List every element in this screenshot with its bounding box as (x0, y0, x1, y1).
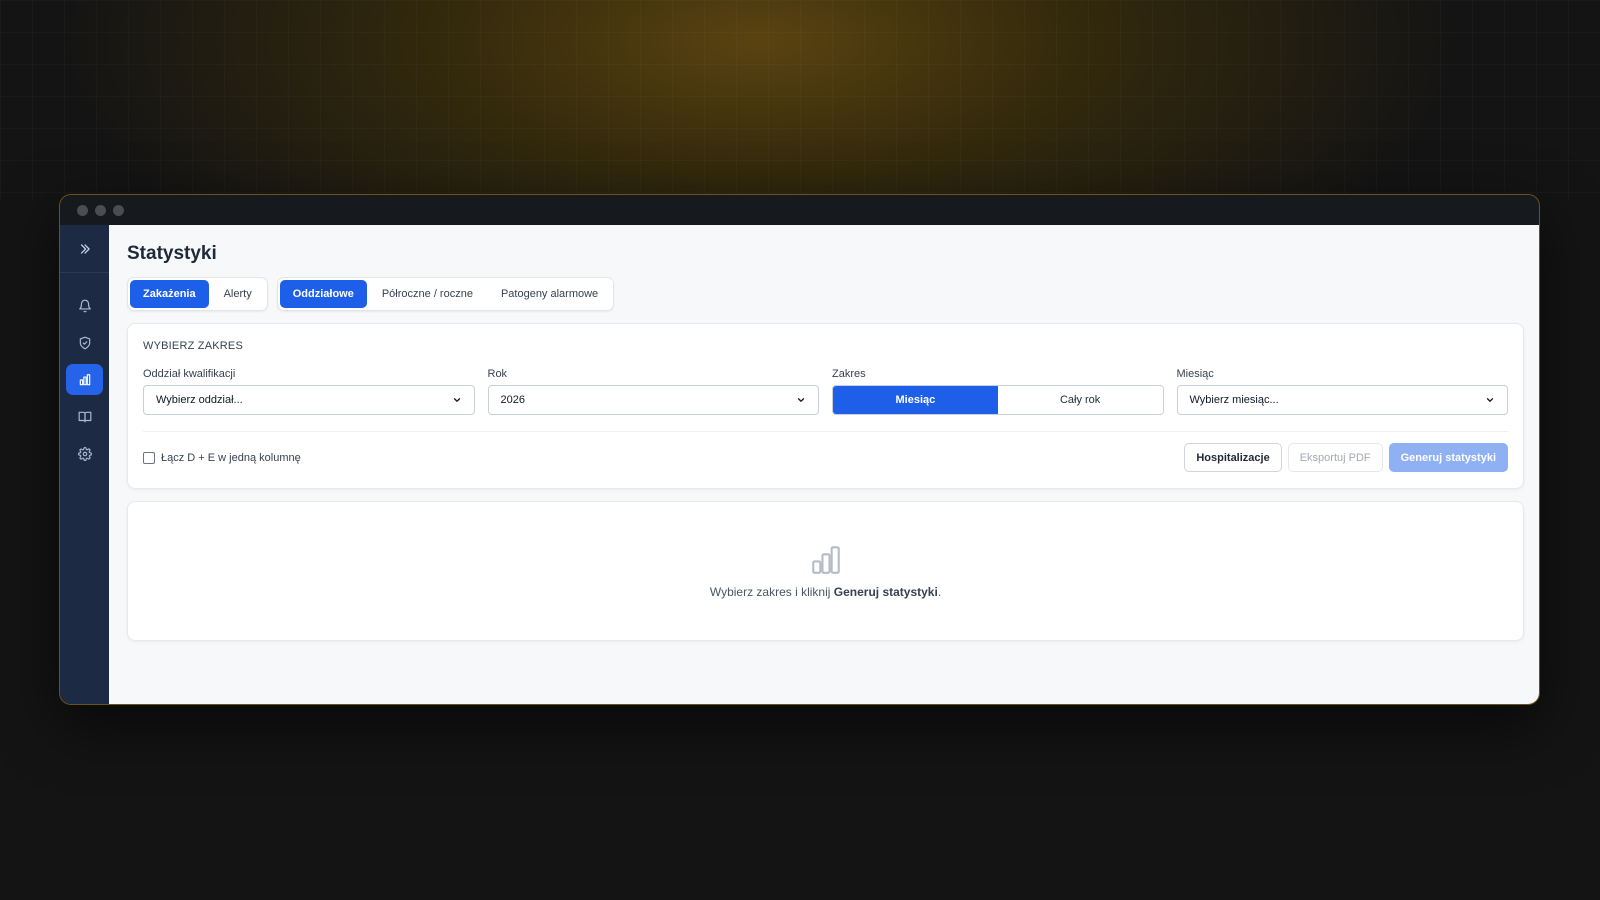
chevron-down-icon (797, 398, 805, 402)
sidebar-item-settings[interactable] (66, 438, 103, 469)
window-minimize-dot[interactable] (95, 204, 106, 216)
page-title: Statystyki (127, 243, 217, 264)
app-window: Statystyki Zakażenia Alerty Oddziałowe P… (59, 194, 1540, 705)
month-field: Miesiąc Wybierz miesiąc... (1176, 368, 1508, 415)
bar-chart-icon (79, 373, 90, 385)
filter-fields: Oddział kwalifikacji Wybierz oddział... … (143, 368, 1508, 415)
year-select-value: 2026 (500, 394, 525, 406)
sidebar (60, 225, 109, 704)
filters-actions-row: Łącz D + E w jedną kolumnę Hospitalizacj… (143, 443, 1508, 472)
divider (143, 431, 1508, 432)
month-label: Miesiąc (1176, 368, 1214, 380)
action-buttons: Hospitalizacje Eksportuj PDF Generuj sta… (1184, 443, 1508, 472)
window-maximize-dot[interactable] (113, 204, 124, 216)
ward-field: Oddział kwalifikacji Wybierz oddział... (143, 368, 475, 415)
ward-label: Oddział kwalifikacji (143, 368, 236, 380)
range-segmented-control: Miesiąc Cały rok (832, 385, 1164, 415)
year-select[interactable]: 2026 (487, 385, 819, 415)
year-field: Rok 2026 (487, 368, 819, 415)
ward-select[interactable]: Wybierz oddział... (143, 385, 475, 415)
gear-icon (77, 446, 92, 461)
empty-state-card: Wybierz zakres i kliknij Generuj statyst… (127, 501, 1524, 641)
month-select-value: Wybierz miesiąc... (1189, 394, 1279, 406)
chevron-down-icon (1486, 398, 1494, 402)
bar-chart-icon (811, 546, 840, 574)
book-icon (78, 411, 91, 422)
tab-group-category: Zakażenia Alerty (127, 277, 268, 311)
year-label: Rok (487, 368, 508, 380)
range-field: Zakres Miesiąc Cały rok (832, 368, 1164, 415)
section-label: WYBIERZ ZAKRES (143, 340, 243, 352)
empty-state-suffix: . (937, 585, 942, 599)
merge-checkbox[interactable] (143, 451, 155, 464)
tab-group-report-type: Oddziałowe Półroczne / roczne Patogeny a… (276, 277, 615, 311)
chevrons-right-icon (80, 243, 90, 254)
empty-state-prefix: Wybierz zakres i kliknij (709, 585, 834, 599)
sidebar-item-security[interactable] (66, 327, 103, 358)
chevron-down-icon (453, 398, 460, 402)
tab-ward[interactable]: Oddziałowe (279, 280, 367, 308)
merge-checkbox-row[interactable]: Łącz D + E w jedną kolumnę (143, 451, 301, 464)
shield-icon (79, 336, 90, 349)
export-pdf-button[interactable]: Eksportuj PDF (1287, 443, 1383, 472)
window-titlebar (60, 195, 1539, 225)
sidebar-item-alerts[interactable] (66, 290, 103, 321)
merge-checkbox-label: Łącz D + E w jedną kolumnę (161, 451, 301, 464)
sidebar-nav (66, 287, 103, 469)
tabs-row: Zakażenia Alerty Oddziałowe Półroczne / … (127, 277, 1524, 311)
app-body: Statystyki Zakażenia Alerty Oddziałowe P… (60, 225, 1539, 704)
ward-select-value: Wybierz oddział... (156, 394, 243, 406)
range-option-month[interactable]: Miesiąc (833, 386, 998, 414)
tab-infections[interactable]: Zakażenia (130, 280, 209, 308)
sidebar-item-statistics[interactable] (66, 364, 103, 395)
tab-semiannual-annual[interactable]: Półroczne / roczne (369, 280, 486, 308)
filters-card: WYBIERZ ZAKRES Oddział kwalifikacji Wybi… (127, 323, 1524, 489)
month-select[interactable]: Wybierz miesiąc... (1176, 385, 1508, 415)
tab-alerts[interactable]: Alerty (211, 280, 265, 308)
background-grid (0, 0, 1600, 200)
hospitalizations-button[interactable]: Hospitalizacje (1184, 443, 1282, 472)
window-close-dot[interactable] (77, 204, 88, 216)
range-option-full-year[interactable]: Cały rok (997, 386, 1163, 414)
empty-state-message: Wybierz zakres i kliknij Generuj statyst… (710, 585, 941, 599)
tab-alarm-pathogens[interactable]: Patogeny alarmowe (488, 280, 611, 308)
empty-state-bold: Generuj statystyki (833, 585, 938, 599)
generate-stats-button[interactable]: Generuj statystyki (1388, 443, 1508, 472)
main-content: Statystyki Zakażenia Alerty Oddziałowe P… (109, 225, 1539, 704)
bell-icon (78, 299, 91, 312)
sidebar-item-docs[interactable] (66, 401, 103, 432)
range-label: Zakres (832, 368, 866, 380)
sidebar-toggle[interactable] (60, 225, 109, 273)
